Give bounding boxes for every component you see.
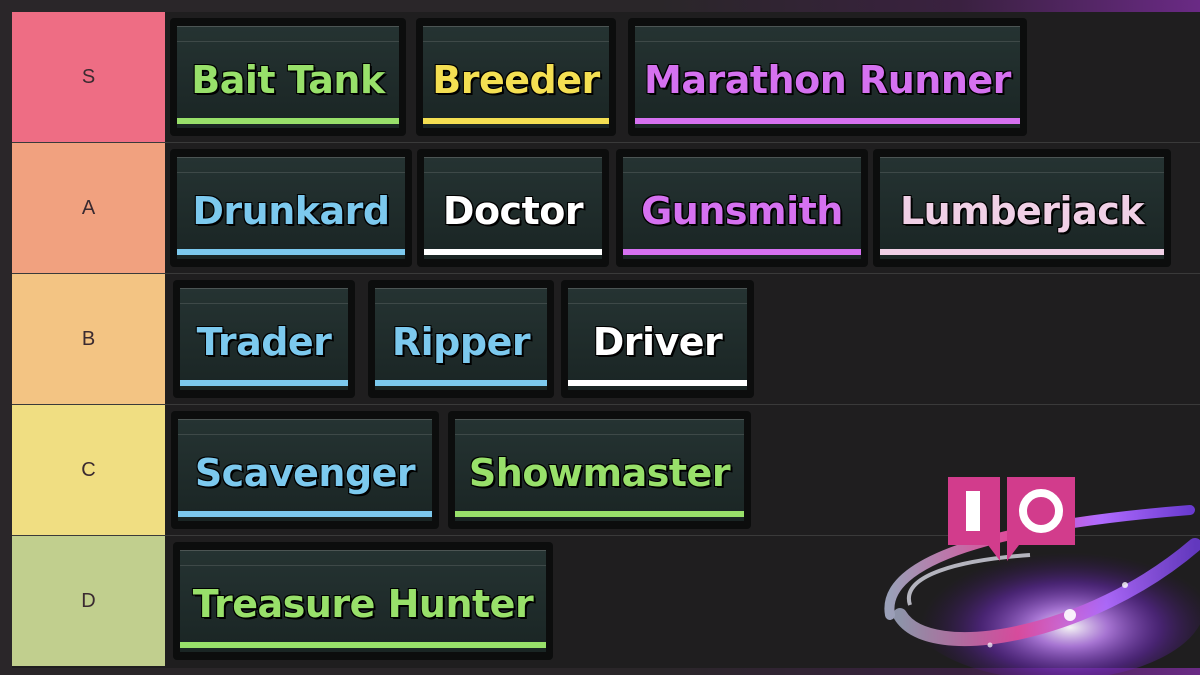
card-label: Gunsmith	[641, 188, 843, 233]
tier-label-s: S	[12, 12, 165, 142]
card-underline	[635, 118, 1020, 124]
tier-card[interactable]: Lumberjack	[873, 149, 1171, 267]
card-label: Marathon Runner	[644, 57, 1011, 102]
tier-label-a: A	[12, 143, 165, 273]
card-label: Trader	[196, 319, 332, 364]
tier-card[interactable]: Showmaster	[448, 411, 751, 529]
card-label: Breeder	[432, 57, 600, 102]
tier-card[interactable]: Driver	[561, 280, 754, 398]
tier-card[interactable]: Bait Tank	[170, 18, 406, 136]
tier-card[interactable]: Gunsmith	[616, 149, 868, 267]
card-label: Driver	[592, 319, 723, 364]
card-underline	[178, 511, 432, 517]
card-label: Ripper	[391, 319, 531, 364]
card-underline	[180, 642, 546, 648]
tier-card[interactable]: Scavenger	[171, 411, 439, 529]
card-underline	[180, 380, 348, 386]
card-label: Drunkard	[192, 188, 390, 233]
tier-row-b: B Trader Ripper Driver	[12, 274, 1200, 405]
tier-card[interactable]: Trader	[173, 280, 355, 398]
tier-card[interactable]: Breeder	[416, 18, 616, 136]
card-label: Scavenger	[194, 450, 416, 495]
tier-card[interactable]: Treasure Hunter	[173, 542, 553, 660]
tier-label-c: C	[12, 405, 165, 535]
tier-label-d: D	[12, 536, 165, 666]
tier-card[interactable]: Marathon Runner	[628, 18, 1027, 136]
card-underline	[177, 249, 405, 255]
card-underline	[623, 249, 861, 255]
card-underline	[375, 380, 547, 386]
card-underline	[455, 511, 744, 517]
tier-items-s: Bait Tank Breeder Marathon Runner	[165, 12, 1200, 142]
io-logo-icon	[884, 477, 1200, 675]
card-label: Treasure Hunter	[192, 581, 534, 626]
tier-label-b: B	[12, 274, 165, 404]
tier-row-a: A Drunkard Doctor Gunsmith Lumberjack	[12, 143, 1200, 274]
tier-row-s: S Bait Tank Breeder Marathon Runner	[12, 12, 1200, 143]
card-underline	[880, 249, 1164, 255]
card-underline	[424, 249, 602, 255]
card-label: Lumberjack	[899, 188, 1145, 233]
tier-card[interactable]: Doctor	[417, 149, 609, 267]
tier-items-b: Trader Ripper Driver	[165, 274, 1200, 404]
tier-items-a: Drunkard Doctor Gunsmith Lumberjack	[165, 143, 1200, 273]
card-underline	[568, 380, 747, 386]
tier-card[interactable]: Drunkard	[170, 149, 412, 267]
card-label: Showmaster	[468, 450, 731, 495]
tier-card[interactable]: Ripper	[368, 280, 554, 398]
card-underline	[177, 118, 399, 124]
card-label: Doctor	[442, 188, 584, 233]
card-label: Bait Tank	[191, 57, 385, 102]
card-underline	[423, 118, 609, 124]
